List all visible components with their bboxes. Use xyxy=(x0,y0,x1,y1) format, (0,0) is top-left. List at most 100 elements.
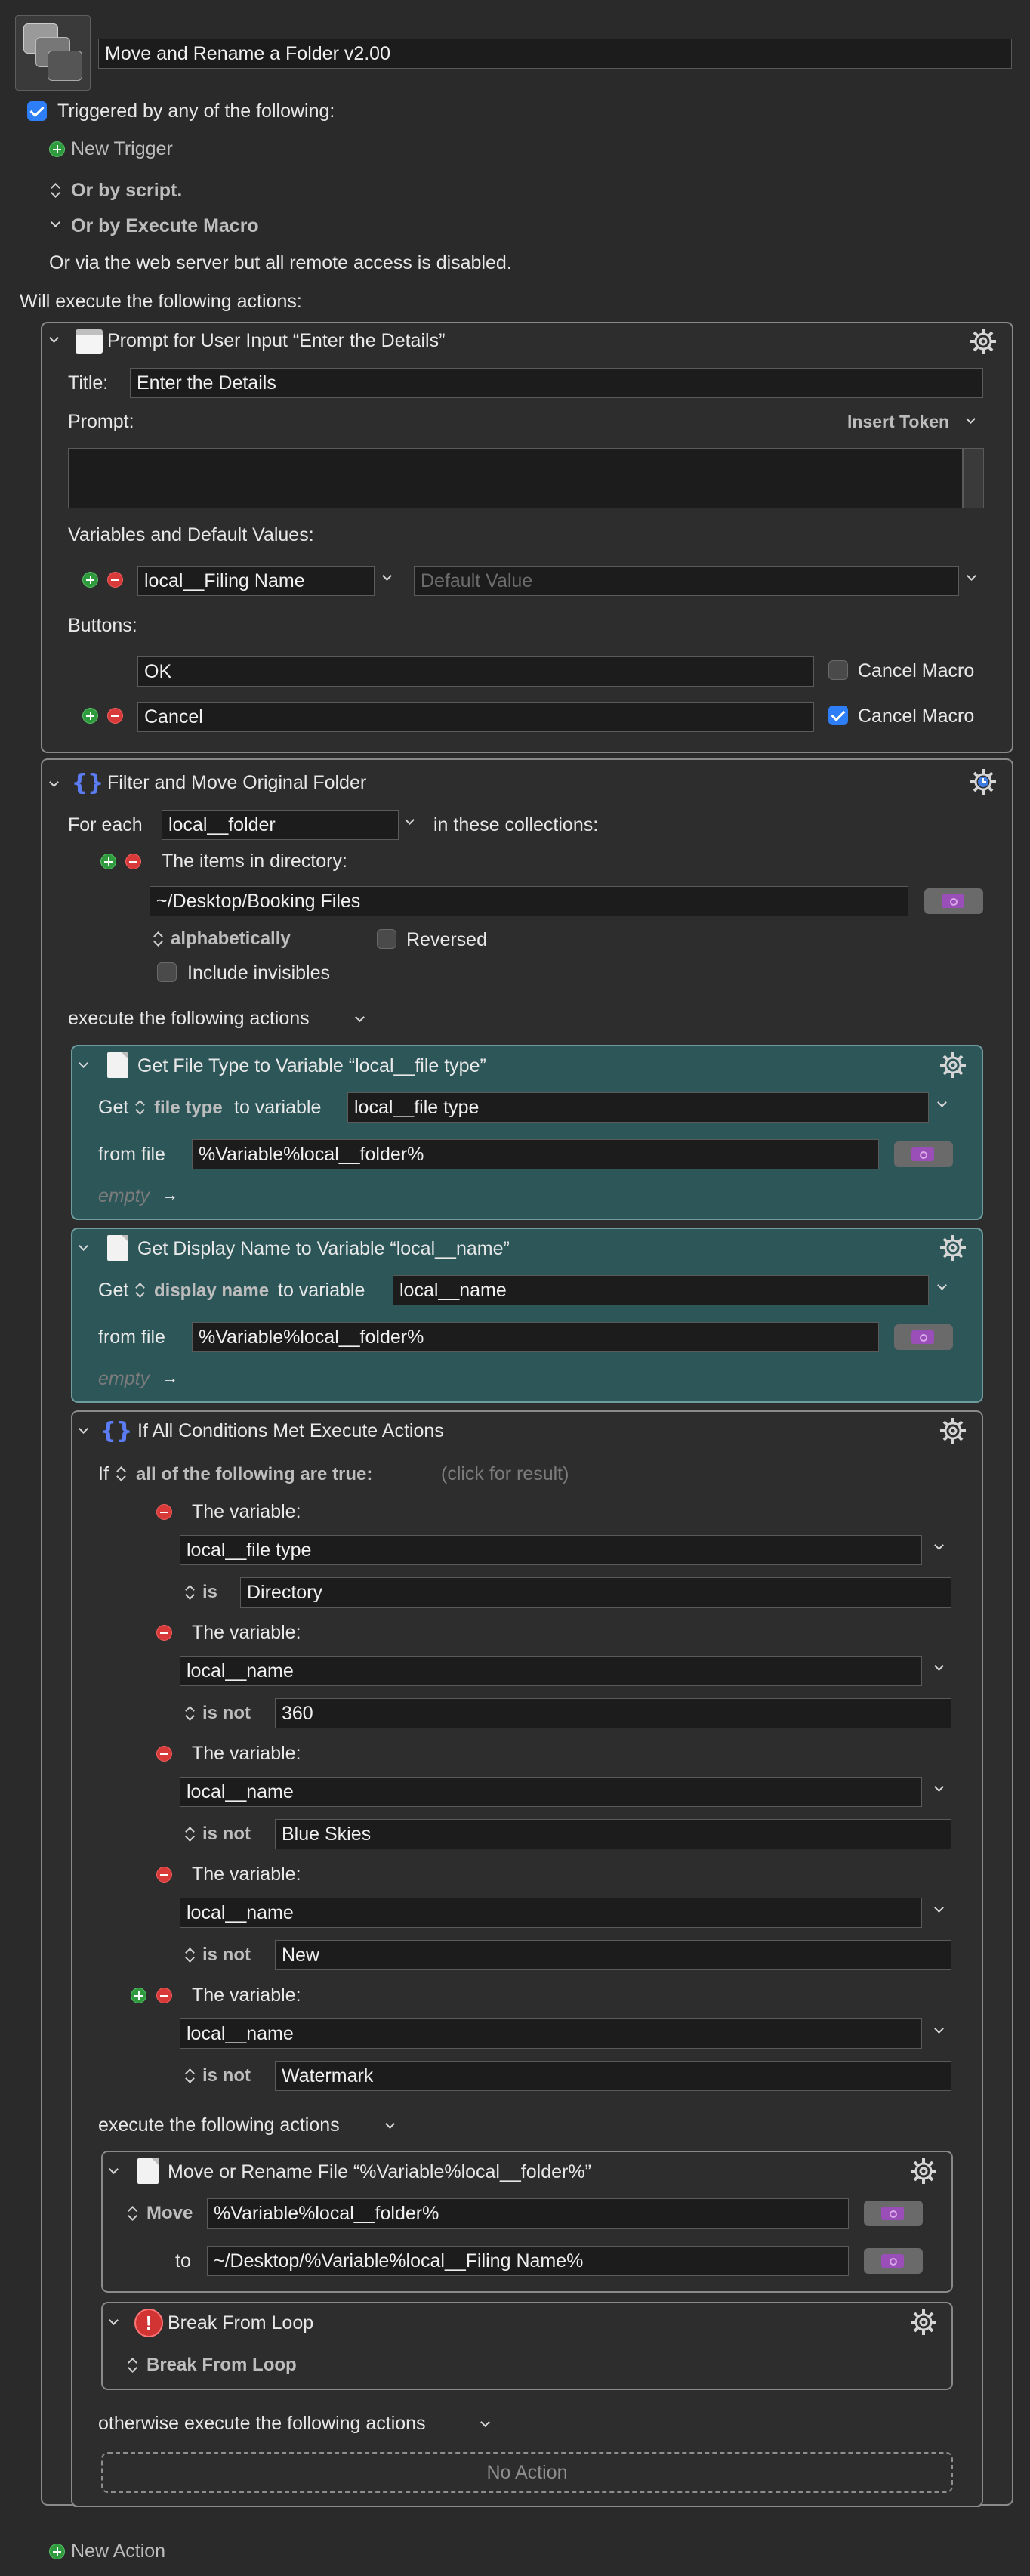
or-by-execute-macro-label[interactable]: Or by Execute Macro xyxy=(71,215,259,237)
reversed-label: Reversed xyxy=(406,929,487,950)
choose-file-button[interactable] xyxy=(894,1141,953,1167)
prompt-textarea[interactable] xyxy=(68,448,963,508)
condition-variable-field[interactable]: local__name xyxy=(180,1656,922,1686)
condition-value-field[interactable]: 360 xyxy=(275,1698,951,1728)
condition-variable-field[interactable]: local__name xyxy=(180,1777,922,1807)
condition-value-field[interactable]: New xyxy=(275,1940,951,1970)
remove-collection-icon[interactable] xyxy=(125,854,141,869)
remove-condition-icon[interactable] xyxy=(156,1504,172,1520)
attribute-updown-icon[interactable] xyxy=(136,1282,145,1299)
condition-variable-label: The variable: xyxy=(192,1622,301,1643)
condition-op-popup[interactable]: is not xyxy=(202,1702,251,1725)
no-action-placeholder[interactable]: No Action xyxy=(101,2452,953,2493)
condition-op-popup[interactable]: is not xyxy=(202,1823,251,1846)
move-destination-field[interactable]: ~/Desktop/%Variable%local__Filing Name% xyxy=(207,2246,849,2276)
choose-destination-button[interactable] xyxy=(864,2248,923,2274)
attribute-updown-icon[interactable] xyxy=(136,1099,145,1116)
gear-icon[interactable] xyxy=(908,2156,939,2186)
attribute-popup[interactable]: display name xyxy=(154,1280,269,1302)
display-name-variable-field[interactable]: local__name xyxy=(393,1275,929,1305)
condition-variable-field[interactable]: local__file type xyxy=(180,1535,922,1565)
add-variable-icon[interactable] xyxy=(82,572,98,588)
remove-condition-icon[interactable] xyxy=(156,1746,172,1762)
break-popup[interactable]: Break From Loop xyxy=(146,2354,297,2377)
foreach-action-title: Filter and Move Original Folder xyxy=(107,772,367,793)
add-condition-icon[interactable] xyxy=(131,1988,146,2003)
svg-text:{}: {} xyxy=(72,770,103,796)
gear-icon[interactable] xyxy=(908,2307,939,2337)
remove-condition-icon[interactable] xyxy=(156,1625,172,1641)
condition-op-updown-icon[interactable] xyxy=(186,2068,195,2084)
button-ok-field[interactable]: OK xyxy=(137,656,814,687)
ok-cancel-macro-checkbox[interactable] xyxy=(828,660,848,680)
document-icon xyxy=(107,1235,128,1261)
macro-name-field[interactable]: Move and Rename a Folder v2.00 xyxy=(98,39,1012,69)
remove-condition-icon[interactable] xyxy=(156,1988,172,2003)
click-for-result[interactable]: (click for result) xyxy=(441,1463,569,1485)
new-trigger-add-icon[interactable] xyxy=(49,141,65,157)
reversed-checkbox[interactable] xyxy=(377,929,396,949)
move-op-updown-icon[interactable] xyxy=(128,2205,137,2222)
move-source-field[interactable]: %Variable%local__folder% xyxy=(207,2198,849,2229)
insert-token-button[interactable]: Insert Token xyxy=(847,410,949,433)
condition-variable-label: The variable: xyxy=(192,1985,301,2006)
sort-order-popup[interactable]: alphabetically xyxy=(171,928,291,950)
attribute-popup[interactable]: file type xyxy=(154,1097,223,1120)
get-label: Get xyxy=(98,1280,129,1301)
new-action-add-icon[interactable] xyxy=(49,2544,65,2559)
from-file-field[interactable]: %Variable%local__folder% xyxy=(192,1322,879,1352)
add-collection-icon[interactable] xyxy=(100,854,116,869)
or-by-execute-chevron-icon[interactable] xyxy=(51,218,60,227)
gear-clock-icon[interactable] xyxy=(968,767,998,797)
condition-value-field[interactable]: Watermark xyxy=(275,2061,951,2091)
prompt-scrollbar[interactable] xyxy=(963,448,984,508)
gear-icon[interactable] xyxy=(968,326,998,357)
condition-op-updown-icon[interactable] xyxy=(186,1584,195,1601)
from-file-field[interactable]: %Variable%local__folder% xyxy=(192,1139,879,1169)
directory-path-field[interactable]: ~/Desktop/Booking Files xyxy=(150,886,908,916)
choose-directory-button[interactable] xyxy=(924,888,983,914)
choose-file-button[interactable] xyxy=(894,1324,953,1350)
condition-op-popup[interactable]: is not xyxy=(202,1944,251,1966)
move-op-popup[interactable]: Move xyxy=(146,2202,193,2225)
condition-op-updown-icon[interactable] xyxy=(186,1947,195,1963)
gear-icon[interactable] xyxy=(938,1233,968,1263)
new-action-button[interactable]: New Action xyxy=(71,2540,165,2562)
condition-variable-field[interactable]: local__name xyxy=(180,1898,922,1928)
include-invisibles-checkbox[interactable] xyxy=(157,962,177,982)
items-in-directory-label: The items in directory: xyxy=(162,851,347,872)
button-cancel-field[interactable]: Cancel xyxy=(137,702,814,732)
or-by-script-updown-icon[interactable] xyxy=(51,182,60,199)
cancel-cancel-macro-checkbox[interactable] xyxy=(828,706,848,725)
add-button-icon[interactable] xyxy=(82,708,98,724)
condition-op-popup[interactable]: is xyxy=(202,1581,217,1604)
condition-value-field[interactable]: Directory xyxy=(240,1577,951,1608)
condition-op-updown-icon[interactable] xyxy=(186,1826,195,1842)
condition-value-field[interactable]: Blue Skies xyxy=(275,1819,951,1849)
prompt-title-field[interactable]: Enter the Details xyxy=(130,368,983,398)
prompt-action-title: Prompt for User Input “Enter the Details… xyxy=(107,330,446,351)
gear-icon[interactable] xyxy=(938,1416,968,1446)
remove-condition-icon[interactable] xyxy=(156,1867,172,1883)
variable-name-field[interactable]: local__Filing Name xyxy=(137,566,375,596)
break-updown-icon[interactable] xyxy=(128,2357,137,2374)
condition-op-popup[interactable]: is not xyxy=(202,2065,251,2087)
condition-op-updown-icon[interactable] xyxy=(186,1705,195,1722)
remove-button-icon[interactable] xyxy=(107,708,123,724)
condition-mode-updown-icon[interactable] xyxy=(117,1466,126,1482)
choose-source-button[interactable] xyxy=(864,2201,923,2226)
new-trigger-button[interactable]: New Trigger xyxy=(71,137,173,160)
gear-icon[interactable] xyxy=(938,1050,968,1080)
foreach-variable-field[interactable]: local__folder xyxy=(162,810,399,840)
file-type-variable-field[interactable]: local__file type xyxy=(347,1092,929,1123)
prompt-title-label: Title: xyxy=(68,372,109,394)
variables-label: Variables and Default Values: xyxy=(68,524,314,545)
remove-variable-icon[interactable] xyxy=(107,572,123,588)
or-by-script-label[interactable]: Or by script. xyxy=(71,179,182,202)
sort-updown-icon[interactable] xyxy=(154,931,163,947)
triggered-checkbox[interactable] xyxy=(27,101,47,121)
condition-variable-field[interactable]: local__name xyxy=(180,2018,922,2049)
condition-mode-popup[interactable]: all of the following are true: xyxy=(136,1463,372,1486)
condition-variable-label: The variable: xyxy=(192,1743,301,1764)
default-value-field[interactable]: Default Value xyxy=(414,566,959,596)
